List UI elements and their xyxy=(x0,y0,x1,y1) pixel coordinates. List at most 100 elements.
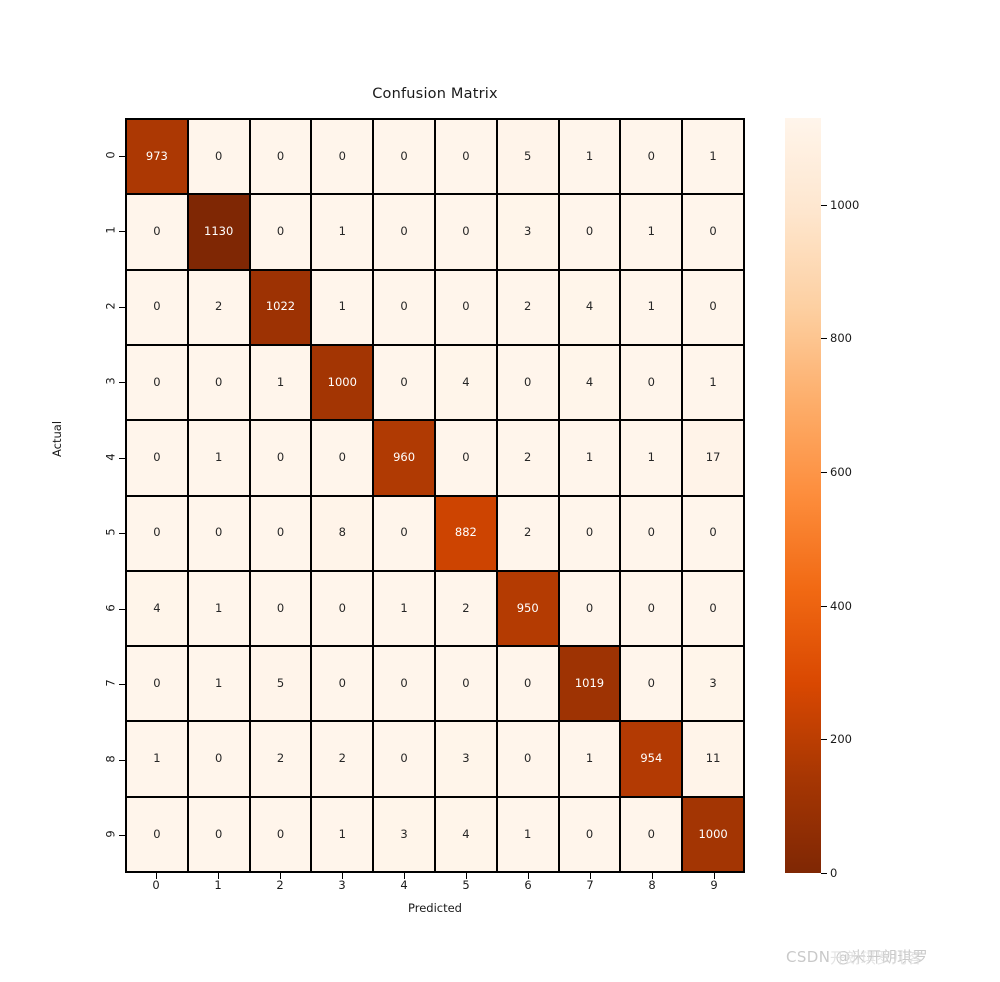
heatmap-cell: 0 xyxy=(558,796,621,872)
heatmap-cell: 0 xyxy=(682,194,744,270)
heatmap-cell: 0 xyxy=(620,570,683,647)
heatmap-cell-value: 0 xyxy=(338,148,346,163)
heatmap-cell: 2 xyxy=(249,721,312,797)
heatmap-cell: 1 xyxy=(126,721,188,797)
heatmap-cell: 0 xyxy=(249,194,312,270)
heatmap-cell: 3 xyxy=(434,721,497,797)
heatmap-cell-value: 1 xyxy=(585,148,594,163)
heatmap-cell: 5 xyxy=(496,119,559,195)
colorbar-tick-label: 200 xyxy=(830,732,852,747)
heatmap-cell: 960 xyxy=(373,420,435,496)
heatmap-cell-value: 3 xyxy=(462,751,470,766)
heatmap-cell-value: 1 xyxy=(338,826,346,841)
y-tick-label: 3 xyxy=(78,374,117,390)
y-tick-label-text: 1 xyxy=(103,226,118,234)
x-tick-label: 0 xyxy=(152,878,160,892)
heatmap-cell: 0 xyxy=(249,495,312,571)
heatmap-cell-value: 0 xyxy=(524,374,532,389)
heatmap-cell: 1 xyxy=(187,570,250,647)
y-tick-label-text: 4 xyxy=(103,453,118,461)
heatmap-cell: 0 xyxy=(311,119,374,195)
heatmap-cell: 1 xyxy=(558,721,621,797)
heatmap-cell: 0 xyxy=(620,646,683,722)
heatmap-cell-value: 2 xyxy=(338,751,346,766)
heatmap-cell: 11 xyxy=(682,721,744,797)
heatmap-cell: 1000 xyxy=(311,344,374,421)
heatmap-cell-value: 0 xyxy=(215,826,223,841)
heatmap-cell: 0 xyxy=(373,194,435,270)
heatmap-cell-value: 1 xyxy=(215,450,223,465)
heatmap-cell-value: 1 xyxy=(153,751,161,766)
x-tick-label: 2 xyxy=(276,878,284,892)
heatmap-cell: 0 xyxy=(434,119,497,195)
y-tick-label: 6 xyxy=(78,601,117,617)
heatmap-cell: 2 xyxy=(496,495,559,571)
heatmap-cell-value: 17 xyxy=(705,450,721,465)
heatmap-cell: 1 xyxy=(620,194,683,270)
heatmap-cell: 950 xyxy=(496,570,559,647)
heatmap-cell-value: 0 xyxy=(524,675,532,690)
heatmap-cell: 0 xyxy=(126,420,188,496)
heatmap-cell-value: 11 xyxy=(705,751,721,766)
colorbar-tick-mark xyxy=(821,873,827,874)
heatmap-cell-value: 0 xyxy=(585,224,594,239)
colorbar-tick-mark xyxy=(821,472,827,474)
heatmap-cell: 1 xyxy=(187,420,250,496)
heatmap-cell-value: 1 xyxy=(276,374,285,389)
heatmap-cell-value: 1 xyxy=(524,826,532,841)
heatmap-cell-value: 0 xyxy=(647,525,655,540)
heatmap-cell-value: 0 xyxy=(276,148,285,163)
heatmap-cell-value: 0 xyxy=(276,826,285,841)
heatmap-cell-value: 0 xyxy=(647,148,655,163)
heatmap-cell-value: 882 xyxy=(454,525,477,540)
heatmap-cell-value: 0 xyxy=(153,675,161,690)
heatmap-cell-value: 0 xyxy=(153,224,161,239)
heatmap-cell: 1 xyxy=(620,269,683,345)
heatmap-cell: 973 xyxy=(126,119,188,195)
heatmap-cell: 0 xyxy=(620,119,683,195)
y-tick-label: 7 xyxy=(78,676,118,692)
heatmap-cell-value: 0 xyxy=(400,374,408,389)
heatmap-cell-value: 1000 xyxy=(327,374,357,389)
heatmap-cell: 1000 xyxy=(682,796,744,872)
y-tick-label-text: 2 xyxy=(103,302,118,310)
heatmap-cell-value: 1 xyxy=(647,450,655,465)
heatmap-cell-value: 0 xyxy=(153,299,161,314)
heatmap-grid: 973 0 0 0 0 0 5 1 0 1 0 1130 0 1 0 0 3 0 1 0 0 2 1022 1 0 0 2 4 1 0 0 0… xyxy=(126,119,744,872)
heatmap-cell: 0 xyxy=(558,194,621,270)
heatmap-cell-value: 1 xyxy=(338,224,346,239)
heatmap-cell: 0 xyxy=(187,796,250,872)
heatmap-cell-value: 0 xyxy=(524,751,532,766)
y-tick-label-text: 5 xyxy=(103,528,118,536)
heatmap-cell: 1 xyxy=(373,570,435,647)
heatmap-cell-value: 3 xyxy=(709,675,717,690)
heatmap-cell-value: 960 xyxy=(393,450,416,465)
heatmap-cell: 0 xyxy=(311,646,374,722)
heatmap-cell: 0 xyxy=(187,721,250,797)
heatmap-cell: 0 xyxy=(496,646,559,722)
x-axis-label: Predicted xyxy=(408,901,462,915)
y-tick-label-text: 9 xyxy=(103,830,118,838)
heatmap-cell: 1 xyxy=(620,420,683,496)
heatmap-cell-value: 0 xyxy=(153,374,161,389)
heatmap-cell-value: 1 xyxy=(709,148,717,163)
y-tick-label-text: 0 xyxy=(103,151,118,159)
heatmap-cell: 0 xyxy=(373,269,435,345)
heatmap-cell: 0 xyxy=(496,721,559,797)
y-tick-label-text: 8 xyxy=(103,755,118,763)
heatmap-cell: 0 xyxy=(373,721,435,797)
heatmap-cell: 954 xyxy=(620,721,683,797)
heatmap-cell-value: 4 xyxy=(585,299,594,314)
heatmap-cell-value: 0 xyxy=(338,450,346,465)
y-tick-label-text: 7 xyxy=(103,679,118,687)
heatmap-cell: 1022 xyxy=(249,269,312,345)
heatmap-cell-value: 5 xyxy=(524,148,532,163)
heatmap-cell-value: 0 xyxy=(709,224,717,239)
heatmap-cell: 0 xyxy=(682,495,744,571)
heatmap-cell-value: 0 xyxy=(215,751,223,766)
heatmap-cell-value: 1022 xyxy=(265,299,296,314)
colorbar-tick-mark xyxy=(821,204,827,206)
heatmap-cell-value: 1 xyxy=(585,751,594,766)
heatmap-cell-value: 2 xyxy=(524,299,532,314)
heatmap-cell-value: 0 xyxy=(338,600,346,615)
